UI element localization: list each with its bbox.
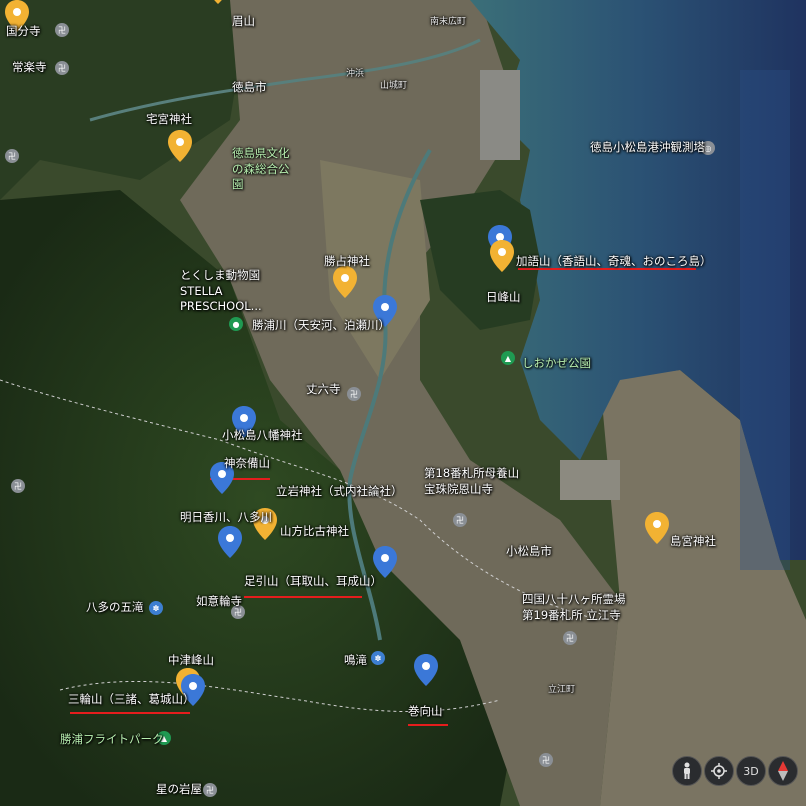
label-narutaki[interactable]: 鳴滝 (344, 654, 367, 667)
offshore-shallow-area (740, 70, 790, 570)
label-makimukuyama[interactable]: 巻向山 (408, 705, 443, 718)
label-flight-park[interactable]: 勝浦フライトパーク (60, 733, 164, 746)
temple-icon[interactable]: 卍 (55, 61, 69, 75)
label-kannabiyama[interactable]: 神奈備山 (224, 457, 270, 470)
label-katsura-shrine[interactable]: 勝占神社 (324, 255, 370, 268)
waterfall-icon[interactable]: ✽ (371, 651, 385, 665)
label-jorokuji[interactable]: 丈六寺 (306, 383, 341, 396)
3d-button[interactable]: 3D (736, 756, 766, 786)
label-shimamiya-shrine[interactable]: 島宮神社 (670, 535, 716, 548)
label-kokubunji[interactable]: 国分寺 (6, 25, 41, 38)
temple-icon[interactable]: 卍 (563, 631, 577, 645)
temple-icon[interactable]: 卍 (347, 387, 361, 401)
label-nakatsumineyama[interactable]: 中津峰山 (168, 654, 214, 667)
label-takumiya-shrine[interactable]: 宅宮神社 (146, 113, 192, 126)
label-tateiwa-shrine[interactable]: 立岩神社（式内社論社） (276, 485, 403, 498)
label-bizan[interactable]: 眉山 (232, 15, 255, 28)
label-tokushima-zoo[interactable]: とくしま動物園 STELLA PRESCHOOL... (180, 268, 295, 315)
port-structure-komatsushima (560, 460, 620, 500)
crosshair-icon[interactable] (704, 756, 734, 786)
label-tatsue-town[interactable]: 立江町 (548, 686, 575, 695)
label-culture-forest-park[interactable]: 徳島県文化の森総合公園 (232, 146, 292, 193)
compass-icon[interactable] (768, 756, 798, 786)
port-structure-north (480, 70, 520, 160)
zoo-icon[interactable]: ● (229, 317, 243, 331)
temple-icon[interactable]: 卍 (203, 783, 217, 797)
underline-ashibikiyama (244, 596, 362, 598)
temple-icon[interactable]: 卍 (539, 753, 553, 767)
label-katsuura-river[interactable]: 勝浦川（天安河、泊瀬川） (252, 319, 390, 332)
label-miwayama[interactable]: 三輪山（三諸、葛城山） (68, 693, 195, 706)
label-onzanji[interactable]: 第18番札所母養山宝珠院恩山寺 (424, 466, 520, 497)
label-jorakuji[interactable]: 常楽寺 (12, 61, 47, 74)
map-pin-yellow[interactable] (645, 512, 669, 544)
map-pin-yellow[interactable] (333, 266, 357, 298)
waterfall-icon[interactable]: ✽ (149, 601, 163, 615)
map-pin-blue[interactable] (218, 526, 242, 558)
label-shiokaze-park[interactable]: しおかぜ公園 (522, 357, 591, 370)
label-minamisuehiro[interactable]: 南末広町 (430, 18, 466, 27)
map-pin-yellow[interactable] (206, 0, 230, 4)
label-hata-godaki[interactable]: 八多の五滝 (86, 601, 144, 614)
temple-icon[interactable]: 卍 (453, 513, 467, 527)
temple-icon[interactable]: 卍 (55, 23, 69, 37)
satellite-map[interactable] (0, 0, 806, 806)
label-kagoyama[interactable]: 加語山（香語山、奇魂、おのころ島） (516, 255, 712, 268)
park-icon[interactable]: ▲ (501, 351, 515, 365)
underline-miwayama (70, 712, 190, 714)
label-yamagatahiko-shrine[interactable]: 山方比古神社 (280, 525, 349, 538)
temple-icon[interactable]: 卍 (5, 149, 19, 163)
label-tatsueji[interactable]: 四国八十八ヶ所霊場第19番札所 立江寺 (522, 592, 630, 623)
label-ashibikiyama[interactable]: 足引山（耳取山、耳成山） (244, 575, 382, 588)
label-yamashiro[interactable]: 山城町 (380, 82, 407, 91)
underline-makimukuyama (408, 724, 448, 726)
underline-kagoyama (518, 268, 696, 270)
label-observation-tower[interactable]: 徳島小松島港沖観測塔 (590, 141, 705, 154)
label-nyoirinji[interactable]: 如意輪寺 (196, 595, 242, 608)
label-komatsushima-city[interactable]: 小松島市 (506, 545, 552, 558)
pegman-icon[interactable] (672, 756, 702, 786)
label-asukagawa[interactable]: 明日香川、八多川 (180, 511, 272, 524)
map-pin-yellow[interactable] (168, 130, 192, 162)
label-hinomineyama[interactable]: 日峰山 (486, 291, 521, 304)
label-tokushima-city[interactable]: 徳島市 (232, 81, 267, 94)
label-hoshi-no-iwaya[interactable]: 星の岩屋 (156, 783, 202, 796)
map-pin-blue[interactable] (414, 654, 438, 686)
temple-icon[interactable]: 卍 (11, 479, 25, 493)
label-okihama[interactable]: 沖浜 (346, 70, 364, 79)
label-komatsushima-hachiman[interactable]: 小松島八幡神社 (222, 429, 303, 442)
map-pin-yellow[interactable] (490, 240, 514, 272)
